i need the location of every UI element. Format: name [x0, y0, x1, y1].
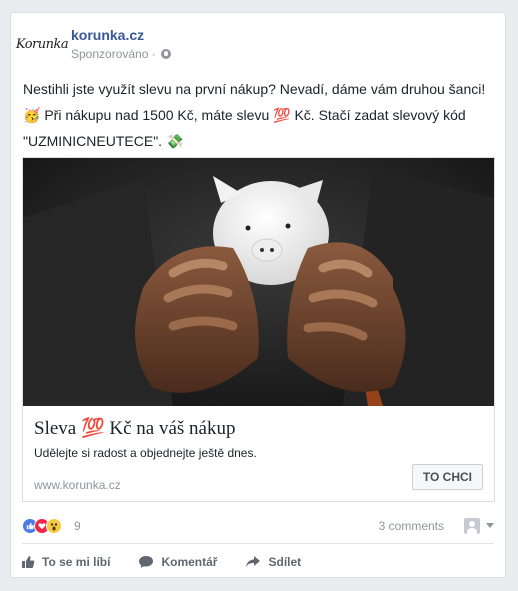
like-button[interactable]: To se mi líbí: [21, 555, 110, 569]
comment-button[interactable]: Komentář: [138, 555, 217, 569]
divider: [22, 543, 494, 544]
avatar[interactable]: [464, 518, 480, 534]
page-logo[interactable]: Korunka: [16, 25, 69, 63]
chevron-down-icon[interactable]: [486, 523, 494, 528]
post-actions: To se mi líbí Komentář Sdílet: [21, 550, 494, 574]
ad-attachment[interactable]: Sleva 💯 Kč na váš nákup Udělejte si rado…: [22, 157, 495, 502]
sponsored-post-card: Korunka korunka.cz Sponzorováno · Nestih…: [10, 12, 506, 578]
comment-label: Komentář: [161, 555, 218, 569]
comment-icon: [138, 555, 154, 569]
comments-count-link[interactable]: 3 comments: [379, 519, 444, 533]
reactions-bar: 9 3 comments: [22, 516, 494, 538]
reaction-count[interactable]: 9: [74, 519, 81, 533]
cta-button[interactable]: TO CHCI: [411, 464, 483, 490]
sponsored-text: Sponzorováno ·: [71, 47, 156, 61]
ad-image-piggy-bank[interactable]: [23, 158, 494, 406]
ad-headline[interactable]: Sleva 💯 Kč na váš nákup: [34, 416, 235, 440]
post-header: Korunka korunka.cz Sponzorováno ·: [16, 25, 493, 69]
sponsored-label[interactable]: Sponzorováno ·: [71, 47, 171, 61]
reaction-icons[interactable]: [22, 518, 62, 534]
like-label: To se mi líbí: [42, 555, 111, 569]
ad-domain: www.korunka.cz: [34, 478, 121, 492]
share-label: Sdílet: [268, 555, 302, 569]
share-icon: [245, 555, 261, 569]
share-button[interactable]: Sdílet: [245, 555, 301, 569]
thumbs-up-icon: [21, 555, 35, 569]
page-name-link[interactable]: korunka.cz: [71, 27, 144, 43]
post-body-text: Nestihli jste využít slevu na první náku…: [23, 81, 486, 149]
wow-reaction-icon: [46, 518, 62, 534]
ad-description: Udělejte si radost a objednejte ještě dn…: [34, 446, 257, 460]
globe-icon: [160, 49, 171, 59]
